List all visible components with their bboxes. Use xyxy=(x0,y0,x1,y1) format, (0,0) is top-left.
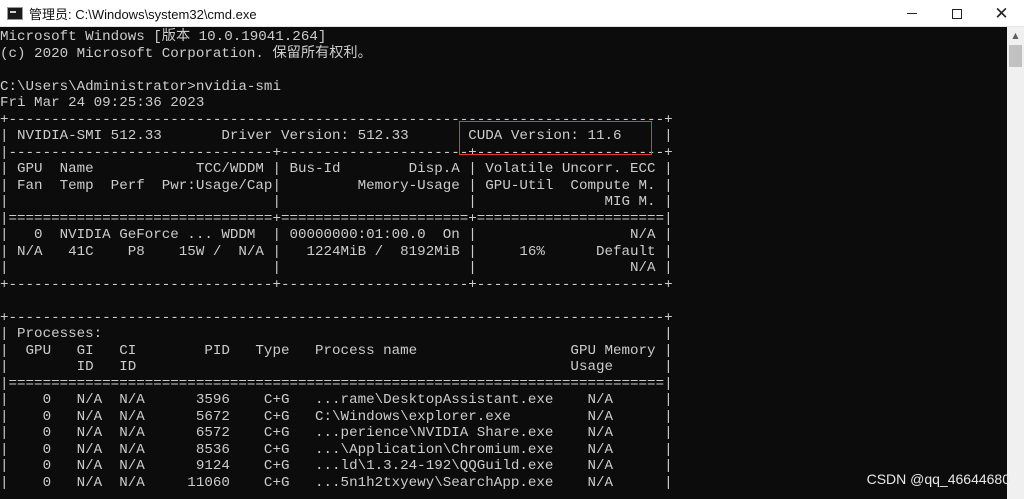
console-line: | N/A 41C P8 15W / N/A | 1224MiB / 8192M… xyxy=(0,243,673,260)
console-line: Fri Mar 24 09:25:36 2023 xyxy=(0,95,205,111)
console-line: Microsoft Windows [版本 10.0.19041.264] xyxy=(0,29,327,45)
console-line: | 0 N/A N/A 6572 C+G ...perience\NVIDIA … xyxy=(0,425,673,441)
console-line: | Fan Temp Perf Pwr:Usage/Cap| Memory-Us… xyxy=(0,177,673,194)
console-line: | GPU GI CI PID Type Process name GPU Me… xyxy=(0,342,673,359)
console-line: (c) 2020 Microsoft Corporation. 保留所有权利。 xyxy=(0,45,372,62)
console-text: Microsoft Windows [版本 10.0.19041.264] (c… xyxy=(0,29,673,491)
console-line: | 0 NVIDIA GeForce ... WDDM | 00000000:0… xyxy=(0,227,673,243)
console-line: | Processes: | xyxy=(0,326,673,342)
console-line: +---------------------------------------… xyxy=(0,309,673,326)
window-controls: ✕ xyxy=(889,0,1024,27)
console-line: | | | N/A | xyxy=(0,260,673,276)
console-line: | GPU Name TCC/WDDM | Bus-Id Disp.A | Vo… xyxy=(0,161,673,177)
console-line: | 0 N/A N/A 5672 C+G C:\Windows\explorer… xyxy=(0,408,673,425)
console-line: | | | MIG M. | xyxy=(0,194,673,210)
console-output-area[interactable]: Microsoft Windows [版本 10.0.19041.264] (c… xyxy=(0,27,1007,499)
console-line: | 0 N/A N/A 8536 C+G ...\Application\Chr… xyxy=(0,441,673,458)
scrollbar-thumb[interactable] xyxy=(1009,45,1022,67)
console-line: +-------------------------------+-------… xyxy=(0,276,673,293)
cuda-version-highlight-box xyxy=(459,121,652,155)
console-line: C:\Users\Administrator>nvidia-smi xyxy=(0,78,281,95)
console-line: |=======================================… xyxy=(0,375,673,392)
maximize-icon xyxy=(951,8,962,19)
window-title: 管理员: C:\Windows\system32\cmd.exe xyxy=(29,6,257,22)
close-button[interactable]: ✕ xyxy=(979,0,1024,27)
console-line: | 0 N/A N/A 9124 C+G ...ld\1.3.24-192\QQ… xyxy=(0,458,673,474)
title-bar[interactable]: 管理员: C:\Windows\system32\cmd.exe ✕ xyxy=(0,0,1024,27)
minimize-icon xyxy=(906,13,917,14)
minimize-button[interactable] xyxy=(889,0,934,27)
watermark: CSDN @qq_46644680 xyxy=(866,471,1010,487)
console-line: | ID ID Usage | xyxy=(0,359,673,375)
console-line: | 0 N/A N/A 11060 C+G ...5n1h2txyewy\Sea… xyxy=(0,474,673,491)
close-icon: ✕ xyxy=(994,3,1009,24)
scroll-up-arrow-icon[interactable]: ▲ xyxy=(1007,27,1024,44)
console-line: | 0 N/A N/A 3596 C+G ...rame\DesktopAssi… xyxy=(0,392,673,408)
vertical-scrollbar[interactable]: ▲ xyxy=(1007,27,1024,499)
console-line: |===============================+=======… xyxy=(0,210,673,227)
maximize-button[interactable] xyxy=(934,0,979,27)
cmd-icon xyxy=(7,6,23,20)
